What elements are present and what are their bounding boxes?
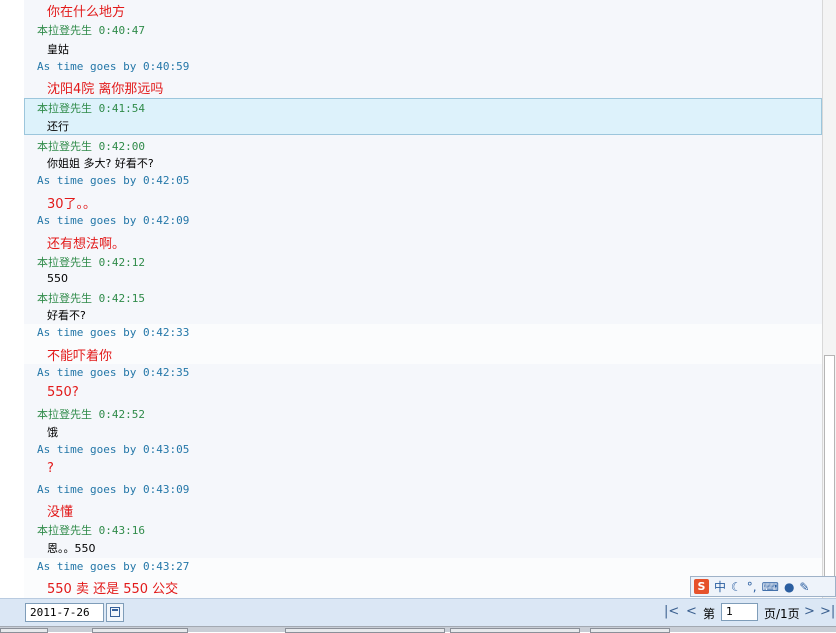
taskbar-strip bbox=[0, 626, 836, 633]
message-sender-time: As time goes by 0:42:05 bbox=[37, 174, 190, 187]
message-sender-time: 本拉登先生 0:42:15 bbox=[37, 292, 145, 305]
chat-message: As time goes by 0:42:35 550? bbox=[24, 364, 822, 404]
message-text: ? bbox=[47, 461, 54, 476]
next-page-button[interactable]: > bbox=[804, 604, 815, 620]
page-label-prefix: 第 bbox=[703, 607, 716, 621]
page-label-suffix: 页/1页 bbox=[764, 607, 800, 621]
message-sender-time: 本拉登先生 0:41:54 bbox=[37, 102, 145, 115]
punctuation-toggle[interactable]: °, bbox=[747, 580, 757, 594]
first-page-button[interactable]: |< bbox=[664, 604, 679, 620]
message-text: 30了。。 bbox=[47, 197, 97, 212]
message-sender-time: 本拉登先生 0:42:12 bbox=[37, 256, 145, 269]
message-text: 还行 bbox=[47, 120, 69, 133]
chat-message: As time goes by 0:43:05 ? bbox=[24, 441, 822, 481]
chat-message: 本拉登先生 0:42:00 你姐姐 多大? 好看不? bbox=[24, 136, 822, 172]
taskbar-item[interactable] bbox=[450, 628, 580, 633]
chat-message: 本拉登先生 0:42:12 550 bbox=[24, 252, 822, 288]
wrench-icon[interactable]: ✎ bbox=[799, 580, 809, 594]
message-sender-time: 本拉登先生 0:42:00 bbox=[37, 140, 145, 153]
chat-message: 本拉登先生 0:42:52 饿 bbox=[24, 404, 822, 441]
keyboard-icon[interactable]: ⌨ bbox=[762, 580, 779, 594]
message-sender-time: As time goes by 0:42:35 bbox=[37, 366, 190, 379]
message-sender-time: As time goes by 0:42:33 bbox=[37, 326, 190, 339]
sogou-logo-icon[interactable]: S bbox=[694, 579, 709, 594]
moon-icon[interactable]: ☾ bbox=[731, 580, 742, 594]
message-text: 好看不? bbox=[47, 309, 86, 322]
message-text: 还有想法啊。 bbox=[47, 237, 126, 252]
calendar-button[interactable] bbox=[106, 603, 124, 622]
message-sender-time: As time goes by 0:43:09 bbox=[37, 483, 190, 496]
message-text: 没懂 bbox=[47, 505, 74, 520]
message-text: 饿 bbox=[47, 426, 58, 439]
ime-mode-toggle[interactable]: 中 bbox=[714, 578, 726, 595]
chat-message: As time goes by 0:42:09 还有想法啊。 bbox=[24, 212, 822, 252]
taskbar-item[interactable] bbox=[285, 628, 445, 633]
taskbar-item[interactable] bbox=[92, 628, 188, 633]
message-sender-time: As time goes by 0:42:09 bbox=[37, 214, 190, 227]
last-page-button[interactable]: >| bbox=[820, 604, 835, 620]
chat-history-panel: 你在什么地方 本拉登先生 0:40:47 皇姑 As time goes by … bbox=[24, 0, 822, 598]
message-sender-time: As time goes by 0:40:59 bbox=[37, 60, 190, 73]
vertical-scrollbar[interactable] bbox=[822, 0, 836, 598]
chat-message-selected[interactable]: 本拉登先生 0:41:54 还行 bbox=[24, 98, 822, 135]
taskbar-item[interactable] bbox=[0, 628, 48, 633]
message-sender-time: 本拉登先生 0:42:52 bbox=[37, 408, 145, 421]
chat-message: 本拉登先生 0:42:15 好看不? bbox=[24, 288, 822, 324]
chat-message: As time goes by 0:42:05 30了。。 bbox=[24, 172, 822, 212]
page-number-input[interactable]: 1 bbox=[721, 603, 758, 621]
message-sender-time: As time goes by 0:43:27 bbox=[37, 560, 190, 573]
chat-message: As time goes by 0:42:33 不能吓着你 bbox=[24, 324, 822, 364]
chat-message: 本拉登先生 0:43:16 恩。。550 bbox=[24, 520, 822, 558]
message-sender-time: 本拉登先生 0:40:47 bbox=[37, 24, 145, 37]
chat-message: As time goes by 0:40:59 沈阳4院 离你那远吗 bbox=[24, 58, 822, 98]
message-text: 沈阳4院 离你那远吗 bbox=[47, 82, 164, 97]
message-text: 550 bbox=[47, 272, 68, 285]
message-text: 550? bbox=[47, 385, 79, 400]
taskbar-item[interactable] bbox=[590, 628, 670, 633]
ime-toolbar[interactable]: S 中 ☾ °, ⌨ ● ✎ bbox=[690, 576, 836, 597]
calendar-icon bbox=[110, 607, 120, 617]
message-text: 你在什么地方 bbox=[47, 5, 126, 20]
chat-message: As time goes by 0:43:09 没懂 bbox=[24, 481, 822, 520]
message-text: 你姐姐 多大? 好看不? bbox=[47, 157, 154, 170]
message-sender-time: As time goes by 0:43:05 bbox=[37, 443, 190, 456]
message-text: 恩。。550 bbox=[47, 542, 96, 555]
chat-message: 你在什么地方 bbox=[24, 0, 822, 20]
date-field[interactable]: 2011-7-26 bbox=[25, 603, 104, 622]
user-icon[interactable]: ● bbox=[784, 580, 794, 594]
message-sender-time: 本拉登先生 0:43:16 bbox=[37, 524, 145, 537]
scrollbar-thumb[interactable] bbox=[824, 355, 835, 590]
message-text: 550 卖 还是 550 公交 bbox=[47, 582, 179, 597]
message-text: 皇姑 bbox=[47, 43, 69, 56]
chat-message: 本拉登先生 0:40:47 皇姑 bbox=[24, 20, 822, 58]
prev-page-button[interactable]: < bbox=[686, 604, 697, 620]
bottom-toolbar: 2011-7-26 |< < 第 1 页/1页 > >| bbox=[0, 598, 836, 626]
message-text: 不能吓着你 bbox=[47, 349, 113, 364]
